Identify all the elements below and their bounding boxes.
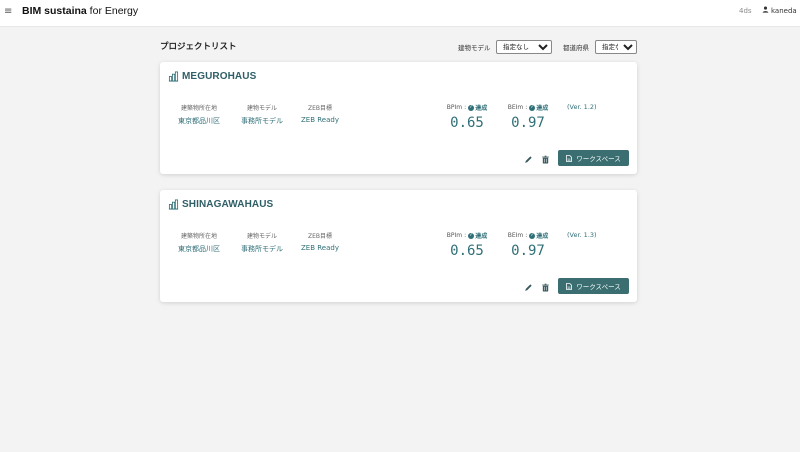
user-icon [762,6,769,15]
bpi-status: 達成 [475,233,488,240]
bei-label: BEIm [507,232,524,239]
bei-header: BEIm: ✓ 達成 [507,232,549,240]
bpi-value: 0.65 [450,243,484,259]
workspace-button-label: ワークスペース [576,155,621,163]
bei-header: BEIm: ✓ 達成 [507,104,549,112]
bei-label: BEIm [507,104,524,111]
zeb-block: ZEB目標 ZEB Ready [290,103,350,124]
bpi-block: BPIm: ✓ 達成 0.65 [440,231,494,259]
workspace-button[interactable]: ワークスペース [558,278,629,294]
bpi-block: BPIm: ✓ 達成 0.65 [440,103,494,131]
location-label: 建築物所在地 [180,105,217,112]
bpi-value: 0.65 [450,115,484,131]
user-name: kaneda [771,6,797,15]
delete-trash-icon[interactable] [541,155,550,164]
zeb-value: ZEB Ready [301,116,339,124]
check-circle-icon: ✓ [529,104,536,111]
building-model-select[interactable]: 指定なし [496,40,552,54]
bei-status: 達成 [536,105,549,112]
project-header: MEGUROHAUS [168,71,256,82]
bei-block: BEIm: ✓ 達成 0.97 [501,103,555,131]
building-model-filter-label: 建物モデル [458,44,491,52]
bei-status: 達成 [536,233,549,240]
top-bar: ≡ BIM sustaina for Energy 4ds kaneda [0,0,800,27]
project-card[interactable]: MEGUROHAUS 建築物所在地 東京都品川区 建物モデル 事務所モデル ZE… [160,62,637,174]
bpi-header: BPIm: ✓ 達成 [446,232,488,240]
location-value: 東京都品川区 [178,245,220,253]
environment-label: 4ds [739,7,752,15]
model-block: 建物モデル 事務所モデル [232,103,292,126]
edit-pencil-icon[interactable] [524,155,533,164]
app-brand[interactable]: BIM sustaina for Energy [22,5,138,17]
zeb-block: ZEB目標 ZEB Ready [290,231,350,252]
version-label: (Ver. 1.2) [567,103,597,111]
bei-block: BEIm: ✓ 達成 0.97 [501,231,555,259]
check-circle-icon: ✓ [529,232,536,239]
building-icon [168,71,179,82]
bei-value: 0.97 [511,115,545,131]
location-value: 東京都品川区 [178,117,220,125]
model-value: 事務所モデル [241,117,283,125]
zeb-value: ZEB Ready [301,244,339,252]
workspace-button-label: ワークスペース [576,283,621,291]
bpi-status: 達成 [475,105,488,112]
edit-pencil-icon[interactable] [524,283,533,292]
location-label: 建築物所在地 [180,233,217,240]
building-icon [168,199,179,210]
model-block: 建物モデル 事務所モデル [232,231,292,254]
model-value: 事務所モデル [241,245,283,253]
version-label: (Ver. 1.3) [567,231,597,239]
page-title: プロジェクトリスト [160,42,237,52]
hamburger-menu-icon[interactable]: ≡ [4,6,12,17]
check-circle-icon: ✓ [468,232,475,239]
bpi-label: BPIm [446,232,463,239]
document-icon [566,282,573,290]
prefecture-filter-label: 都道府県 [563,44,589,52]
location-block: 建築物所在地 東京都品川区 [169,103,229,126]
check-circle-icon: ✓ [468,104,475,111]
workspace-button[interactable]: ワークスペース [558,150,629,166]
document-icon [566,154,573,162]
zeb-label: ZEB目標 [307,233,333,240]
bpi-label: BPIm [446,104,463,111]
brand-name: BIM sustaina [22,5,87,17]
bpi-header: BPIm: ✓ 達成 [446,104,488,112]
location-block: 建築物所在地 東京都品川区 [169,231,229,254]
zeb-label: ZEB目標 [307,105,333,112]
bei-value: 0.97 [511,243,545,259]
brand-suffix: for Energy [86,5,139,17]
project-header: SHINAGAWAHAUS [168,199,273,210]
project-name[interactable]: SHINAGAWAHAUS [182,199,273,210]
project-card[interactable]: SHINAGAWAHAUS 建築物所在地 東京都品川区 建物モデル 事務所モデル… [160,190,637,302]
user-menu[interactable]: kaneda [762,6,797,15]
model-label: 建物モデル [246,233,277,240]
prefecture-select[interactable]: 指定なし [595,40,637,54]
delete-trash-icon[interactable] [541,283,550,292]
model-label: 建物モデル [246,105,277,112]
project-name[interactable]: MEGUROHAUS [182,71,256,82]
